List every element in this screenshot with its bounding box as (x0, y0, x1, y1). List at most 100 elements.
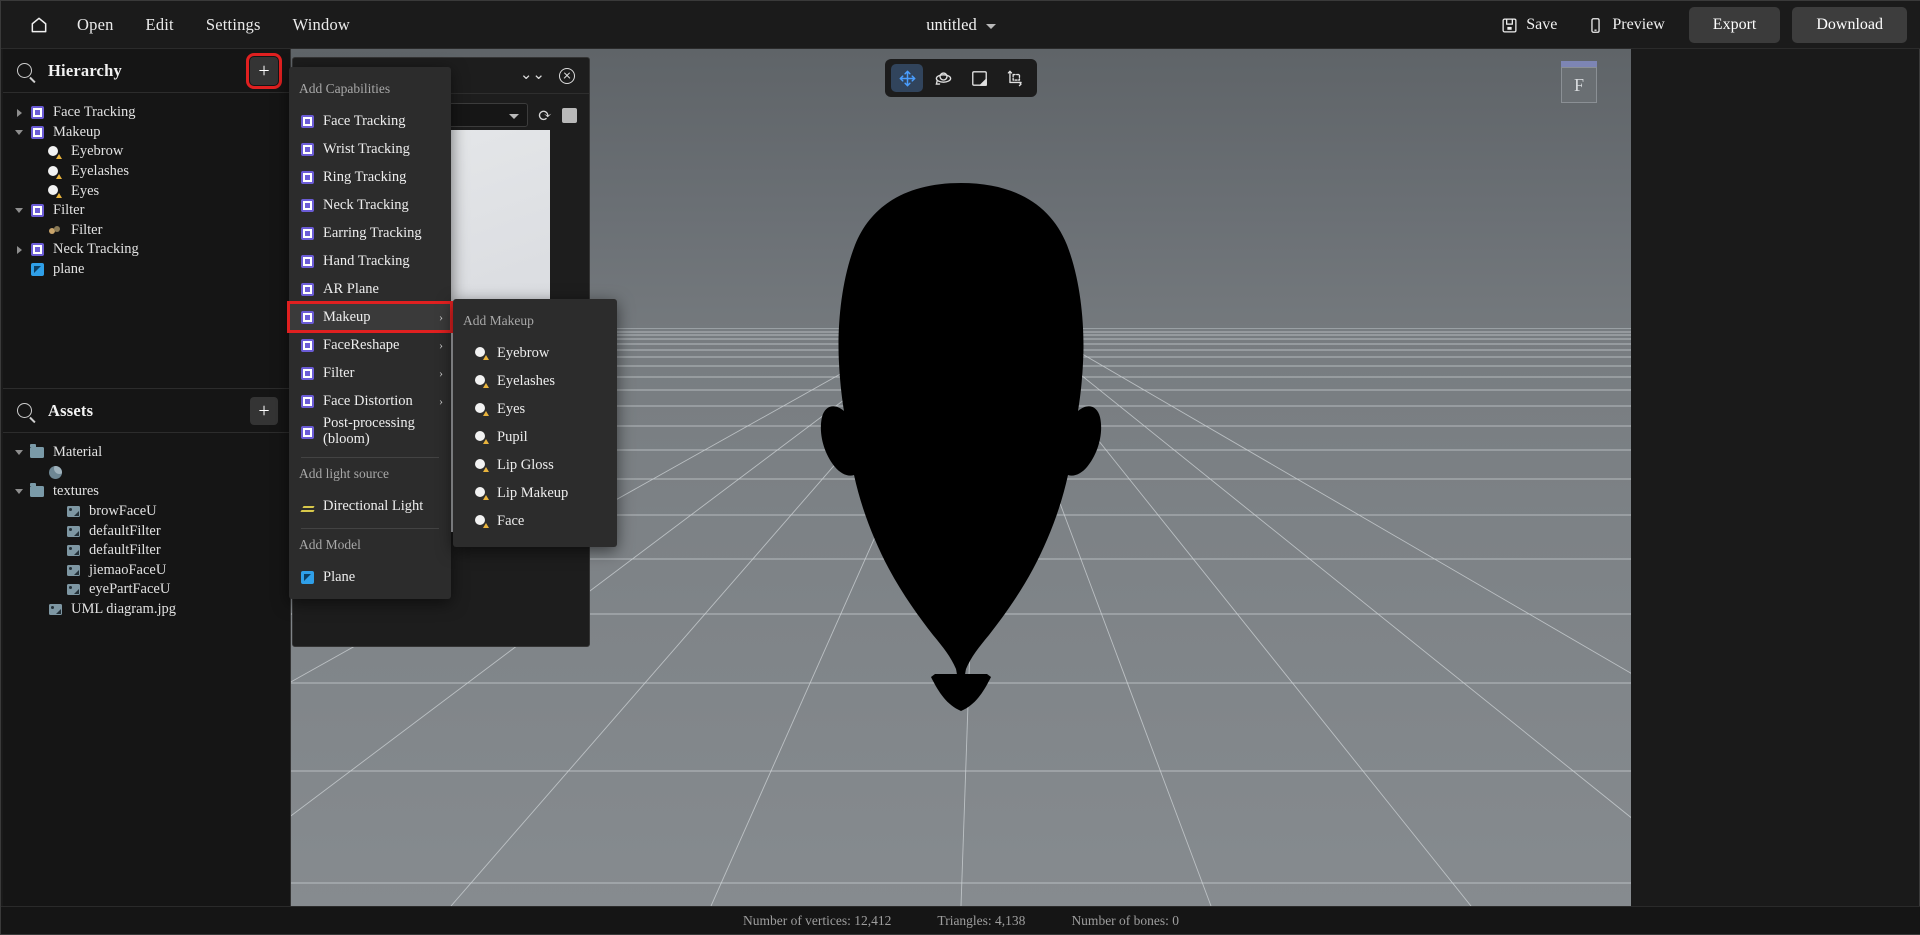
menu-item-face-distortion[interactable]: Face Distortion › (289, 387, 451, 415)
light-icon (301, 500, 323, 512)
tree-item-label: Eyebrow (71, 143, 124, 160)
menu-item-post-processing-bloom[interactable]: Post-processing (bloom) (289, 415, 451, 449)
rotate-tool[interactable] (927, 64, 959, 92)
tree-item-label: Filter (53, 202, 85, 219)
tree-item[interactable]: Material (3, 443, 290, 463)
capability-icon (301, 366, 323, 380)
menu-settings[interactable]: Settings (190, 1, 277, 49)
add-makeup-submenu: Add Makeup Eyebrow Eyelashes Eyes Pupil Lip … (453, 299, 617, 547)
tree-item[interactable]: textures (3, 482, 290, 502)
menu-item-face-tracking[interactable]: Face Tracking (289, 107, 451, 135)
chevron-right-icon[interactable] (11, 245, 27, 254)
menu-item-facereshape[interactable]: FaceReshape › (289, 331, 451, 359)
image-icon (45, 604, 65, 616)
image-icon (63, 525, 83, 537)
menu-window[interactable]: Window (277, 1, 366, 49)
tree-item[interactable]: Neck Tracking (3, 240, 290, 260)
makeup-icon (475, 514, 497, 528)
chevron-down-icon[interactable] (11, 208, 27, 214)
tree-item[interactable]: Makeup (3, 123, 290, 143)
chevron-down-icon[interactable] (11, 489, 27, 495)
color-swatch[interactable] (562, 107, 577, 123)
close-icon[interactable] (559, 67, 575, 84)
menu-item-label: Face Tracking (323, 112, 406, 129)
menu-item-label: Post-processing (bloom) (323, 415, 415, 447)
export-button[interactable]: Export (1688, 7, 1781, 43)
tree-item[interactable]: Filter (3, 201, 290, 221)
status-vertices: Number of vertices: 12,412 (742, 912, 892, 928)
menu-item-label: Makeup (323, 308, 371, 325)
tree-item[interactable]: eyePartFaceU (3, 580, 290, 600)
menu-item-lip-makeup[interactable]: Lip Makeup (453, 479, 617, 507)
assets-add-button[interactable]: + (250, 397, 278, 425)
menu-item-wrist-tracking[interactable]: Wrist Tracking (289, 135, 451, 163)
preview-button[interactable]: Preview (1575, 10, 1676, 40)
search-icon[interactable] (17, 63, 32, 78)
tree-item-label: Eyes (71, 182, 100, 199)
menu-item-eyes[interactable]: Eyes (453, 395, 617, 423)
tree-item[interactable]: defaultFilter (3, 541, 290, 561)
menu-item-filter[interactable]: Filter › (289, 359, 451, 387)
menu-item-makeup[interactable]: Makeup › (287, 301, 453, 333)
tree-item[interactable]: Filter (3, 221, 290, 241)
refresh-icon[interactable]: ⟳ (538, 107, 552, 124)
tree-item[interactable]: Face Tracking (3, 103, 290, 123)
menu-item-directional-light[interactable]: Directional Light (289, 492, 451, 520)
tree-item[interactable] (3, 463, 290, 483)
chevron-down-icon[interactable] (11, 129, 27, 135)
menu-item-label: Plane (323, 568, 356, 585)
menu-item-earring-tracking[interactable]: Earring Tracking (289, 219, 451, 247)
scale-tool[interactable] (963, 64, 995, 92)
menu-item-eyebrow[interactable]: Eyebrow (453, 339, 617, 367)
tree-item[interactable]: defaultFilter (3, 521, 290, 541)
capability-icon (301, 114, 323, 128)
tree-item[interactable]: plane (3, 260, 290, 280)
tree-item-label: jiemaoFaceU (89, 561, 167, 578)
menu-item-face[interactable]: Face (453, 507, 617, 535)
hierarchy-title: Hierarchy (48, 60, 122, 80)
chevron-double-down-icon[interactable]: ⌄⌄ (520, 68, 545, 83)
menu-item-label: Neck Tracking (323, 196, 409, 213)
capability-icon (301, 282, 323, 296)
folder-icon (27, 444, 47, 459)
tree-item[interactable]: Eyelashes (3, 162, 290, 182)
move-tool[interactable] (891, 64, 923, 92)
chevron-right-icon: › (439, 393, 443, 408)
chevron-down-icon[interactable] (11, 450, 27, 456)
capability-icon (301, 310, 323, 324)
tree-item[interactable]: jiemaoFaceU (3, 561, 290, 581)
menu-item-ar-plane[interactable]: AR Plane (289, 275, 451, 303)
tree-item-label: Filter (71, 221, 103, 238)
makeup-icon (475, 374, 497, 388)
menu-item-label: Pupil (497, 428, 528, 445)
search-icon[interactable] (17, 403, 32, 418)
menu-item-hand-tracking[interactable]: Hand Tracking (289, 247, 451, 275)
menu-item-neck-tracking[interactable]: Neck Tracking (289, 191, 451, 219)
menu-item-ring-tracking[interactable]: Ring Tracking (289, 163, 451, 191)
chevron-right-icon[interactable] (11, 108, 27, 117)
chevron-down-icon[interactable] (985, 24, 996, 29)
capability-icon (301, 142, 323, 156)
menu-item-pupil[interactable]: Pupil (453, 423, 617, 451)
view-orientation-cube[interactable]: F (1561, 61, 1597, 103)
menu-section-light: Add light source (299, 466, 389, 481)
tree-item[interactable]: browFaceU (3, 502, 290, 522)
head-model[interactable] (811, 177, 1111, 727)
tree-item[interactable]: Eyes (3, 181, 290, 201)
menu-edit[interactable]: Edit (130, 1, 190, 49)
tree-item[interactable]: UML diagram.jpg (3, 600, 290, 620)
plane-icon (27, 263, 47, 277)
hierarchy-tree: Face Tracking Makeup Eyebrow Eyelashes Eyes F… (3, 93, 290, 279)
transform-tool[interactable] (999, 64, 1031, 92)
makeup-icon (475, 402, 497, 416)
menu-item-lip-gloss[interactable]: Lip Gloss (453, 451, 617, 479)
menu-open[interactable]: Open (61, 1, 130, 49)
download-button[interactable]: Download (1792, 7, 1907, 43)
menu-item-plane[interactable]: Plane (289, 563, 451, 591)
menu-section-makeup: Add Makeup (463, 313, 534, 328)
tree-item[interactable]: Eyebrow (3, 142, 290, 162)
save-button[interactable]: Save (1489, 10, 1569, 40)
hierarchy-add-button[interactable]: + (246, 53, 282, 89)
home-icon[interactable] (17, 1, 61, 49)
menu-item-eyelashes[interactable]: Eyelashes (453, 367, 617, 395)
